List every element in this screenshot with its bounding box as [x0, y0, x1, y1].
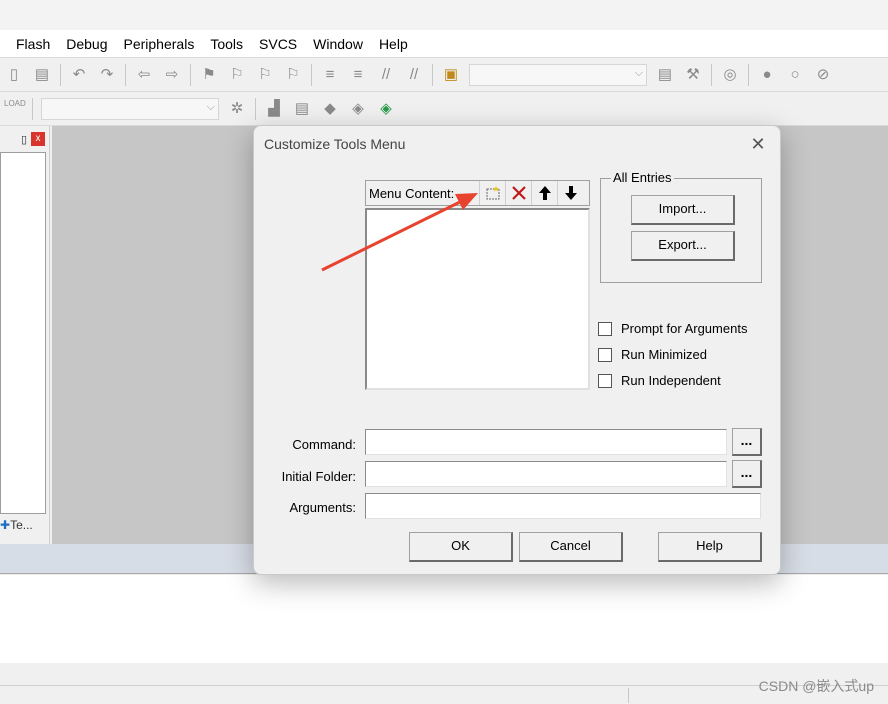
toolbar-separator [32, 97, 33, 120]
breakpoint-icon[interactable]: ● [757, 65, 777, 85]
menu-content-list[interactable] [365, 208, 590, 390]
debug-session-icon[interactable]: ⚒ [683, 65, 703, 85]
prompt-args-checkbox[interactable]: Prompt for Arguments [598, 321, 747, 336]
close-icon[interactable]: x [31, 132, 45, 146]
menu-tools[interactable]: Tools [202, 36, 251, 52]
dialog-title: Customize Tools Menu [264, 136, 406, 152]
command-browse-button[interactable]: ... [732, 428, 762, 456]
run-time-env-icon[interactable]: ◈ [376, 99, 396, 119]
uncomment-icon[interactable]: // [404, 65, 424, 85]
indent-icon[interactable]: ≡ [320, 65, 340, 85]
menu-svcs[interactable]: SVCS [251, 36, 305, 52]
arguments-label: Arguments: [289, 500, 356, 515]
customize-tools-dialog: Customize Tools Menu ✕ Menu Content: All… [253, 125, 781, 575]
templates-tab[interactable]: ✚Te... [0, 518, 44, 540]
checkbox-box[interactable] [598, 347, 612, 362]
nav-back-icon[interactable]: ⇦ [134, 65, 154, 85]
cancel-button[interactable]: Cancel [519, 532, 623, 562]
main-toolbar: ▯ ▤ ↶ ↷ ⇦ ⇨ ⚑ ⚐ ⚐ ⚐ ≡ ≡ // // ▣ ⌵ ▤ ⚒ ◎ … [0, 58, 888, 92]
chevron-down-icon: ⌵ [206, 100, 215, 113]
nav-forward-icon[interactable]: ⇨ [162, 65, 182, 85]
run-minimized-label: Run Minimized [621, 347, 707, 362]
status-bar [0, 685, 888, 704]
build-toolbar: LOAD ⌵ ✲ ▟ ▤ ◆ ◈ ◈ [0, 92, 888, 126]
bookmark-next-icon[interactable]: ⚐ [255, 65, 275, 85]
comment-icon[interactable]: // [376, 65, 396, 85]
load-label: LOAD [4, 98, 26, 108]
project-panel-header: ▯ x [0, 126, 49, 152]
delete-icon[interactable] [505, 181, 531, 205]
target-options-icon[interactable]: ✲ [227, 99, 247, 119]
checkbox-box[interactable] [598, 321, 612, 336]
incremental-find-icon[interactable]: ▤ [655, 65, 675, 85]
project-tree[interactable] [0, 152, 46, 514]
toolbar-separator [255, 97, 256, 120]
copy-icon[interactable]: ▯ [4, 65, 24, 85]
breakpoint-kill-icon[interactable]: ⊘ [813, 65, 833, 85]
import-button[interactable]: Import... [631, 195, 735, 225]
toolbar-separator [711, 63, 712, 86]
breakpoint-disable-icon[interactable]: ○ [785, 65, 805, 85]
export-button[interactable]: Export... [631, 231, 735, 261]
checkbox-box[interactable] [598, 373, 612, 388]
unindent-icon[interactable]: ≡ [348, 65, 368, 85]
help-button[interactable]: Help [658, 532, 762, 562]
chevron-down-icon: ⌵ [634, 66, 643, 79]
toolbar-separator [190, 63, 191, 86]
pack-installer-icon[interactable]: ◈ [348, 99, 368, 119]
bookmark-prev-icon[interactable]: ⚐ [227, 65, 247, 85]
toolbar-separator [125, 63, 126, 86]
find-combo[interactable]: ⌵ [469, 63, 647, 86]
command-label: Command: [292, 437, 356, 452]
toolbar-separator [432, 63, 433, 86]
menu-peripherals[interactable]: Peripherals [116, 36, 203, 52]
target-combo[interactable]: ⌵ [41, 97, 219, 120]
menu-bar: Flash Debug Peripherals Tools SVCS Windo… [0, 30, 888, 58]
close-icon[interactable]: ✕ [748, 134, 768, 154]
menu-help[interactable]: Help [371, 36, 416, 52]
new-item-icon[interactable] [479, 181, 505, 205]
watermark: CSDN @嵌入式up [758, 678, 874, 694]
all-entries-group: All Entries Import... Export... [600, 170, 762, 283]
toolbar-separator [311, 63, 312, 86]
toolbar-separator [60, 63, 61, 86]
menu-debug[interactable]: Debug [58, 36, 115, 52]
prompt-args-label: Prompt for Arguments [621, 321, 748, 336]
zoom-icon[interactable]: ◎ [720, 65, 740, 85]
arguments-field[interactable] [365, 493, 761, 519]
initial-folder-browse-button[interactable]: ... [732, 460, 762, 488]
menu-content-header: Menu Content: [365, 180, 590, 206]
pin-icon[interactable]: ▯ [21, 133, 27, 146]
undo-icon[interactable]: ↶ [69, 65, 89, 85]
templates-tab-icon: ✚ [0, 518, 11, 532]
load-icon[interactable]: LOAD [4, 98, 26, 119]
file-extensions-icon[interactable]: ▟ [264, 99, 284, 119]
select-packs-icon[interactable]: ◆ [320, 99, 340, 119]
move-up-icon[interactable] [531, 181, 557, 205]
bookmark-icon[interactable]: ⚑ [199, 65, 219, 85]
status-divider [628, 688, 629, 703]
run-minimized-checkbox[interactable]: Run Minimized [598, 347, 707, 362]
menu-window[interactable]: Window [305, 36, 371, 52]
project-panel: ▯ x ✚Te... [0, 126, 50, 544]
toolbar-separator [748, 63, 749, 86]
paste-icon[interactable]: ▤ [32, 65, 52, 85]
build-output[interactable] [0, 575, 888, 663]
move-down-icon[interactable] [557, 181, 583, 205]
initial-folder-label: Initial Folder: [281, 469, 356, 484]
menu-flash[interactable]: Flash [8, 36, 58, 52]
run-independent-checkbox[interactable]: Run Independent [598, 373, 721, 388]
run-independent-label: Run Independent [621, 373, 721, 388]
ok-button[interactable]: OK [409, 532, 513, 562]
initial-folder-field[interactable] [365, 461, 727, 487]
manage-components-icon[interactable]: ▤ [292, 99, 312, 119]
bookmark-clear-icon[interactable]: ⚐ [283, 65, 303, 85]
find-in-files-icon[interactable]: ▣ [441, 65, 461, 85]
window-titlebar [0, 0, 888, 30]
redo-icon[interactable]: ↷ [97, 65, 117, 85]
menu-content-label: Menu Content: [369, 185, 455, 201]
command-field[interactable] [365, 429, 727, 455]
all-entries-legend: All Entries [611, 170, 674, 185]
templates-tab-label: Te... [10, 518, 33, 532]
